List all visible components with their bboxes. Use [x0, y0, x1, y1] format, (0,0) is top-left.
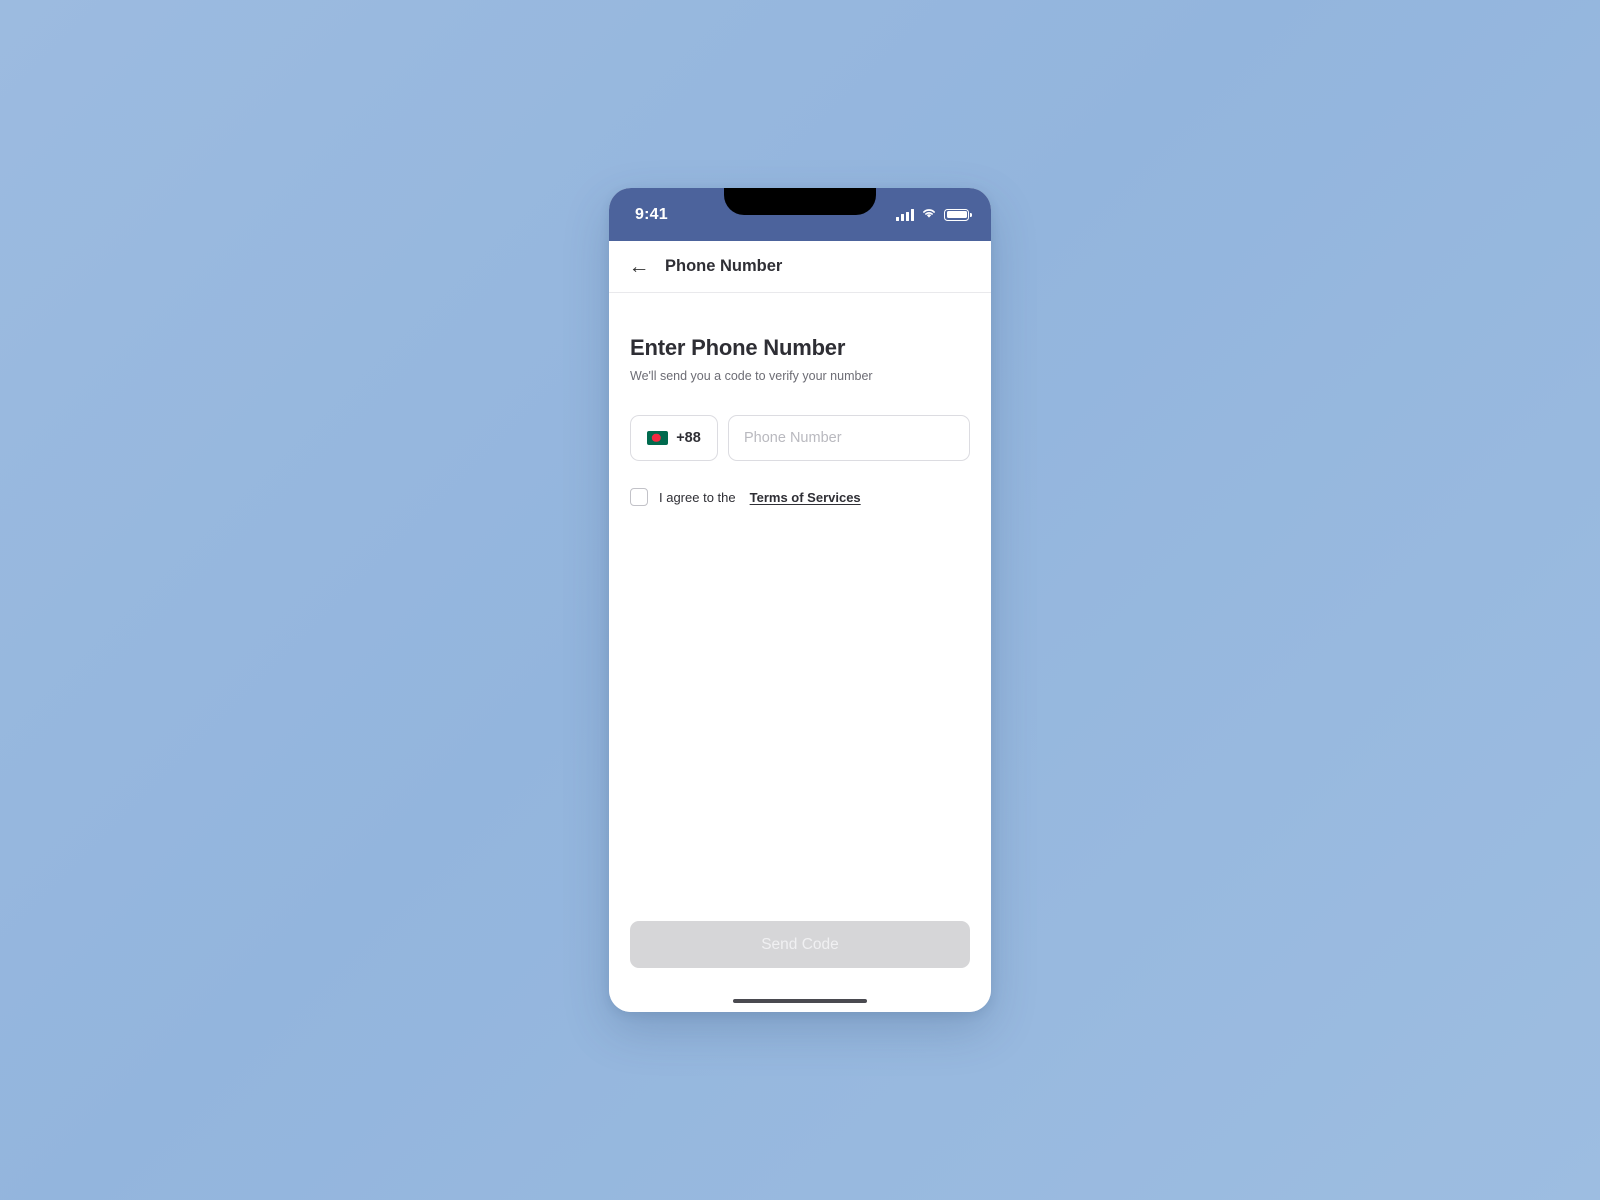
home-indicator[interactable]	[733, 998, 867, 1004]
subheadline: We'll send you a code to verify your num…	[630, 369, 873, 383]
status-bar: 9:41	[609, 188, 991, 241]
phone-entry-row: +88	[630, 415, 970, 461]
country-code-selector[interactable]: +88	[630, 415, 718, 461]
back-arrow-icon[interactable]: ←	[627, 255, 651, 279]
headline: Enter Phone Number	[630, 335, 846, 360]
cellular-signal-icon	[896, 208, 914, 221]
wifi-icon	[921, 206, 937, 224]
phone-number-input[interactable]	[728, 415, 970, 461]
terms-of-services-link[interactable]: Terms of Services	[750, 490, 861, 505]
status-bar-icons	[896, 206, 972, 224]
send-code-button[interactable]: Send Code	[630, 921, 970, 968]
terms-checkbox[interactable]	[630, 488, 648, 506]
page-title: Phone Number	[665, 257, 783, 275]
terms-agreement-row: I agree to the Terms of Services	[630, 488, 970, 506]
terms-label: I agree to the	[659, 489, 736, 505]
status-bar-time: 9:41	[635, 205, 668, 223]
home-indicator-area	[609, 990, 991, 1012]
battery-icon	[944, 208, 972, 221]
device-notch	[724, 188, 876, 215]
country-dial-code: +88	[676, 430, 701, 446]
phone-mockup: 9:41 ← Phone Number Enter Phone Number W…	[609, 188, 991, 1012]
app-bar: ← Phone Number	[609, 241, 991, 293]
bangladesh-flag-icon	[647, 431, 669, 445]
main-content: Enter Phone Number We'll send you a code…	[609, 293, 991, 990]
